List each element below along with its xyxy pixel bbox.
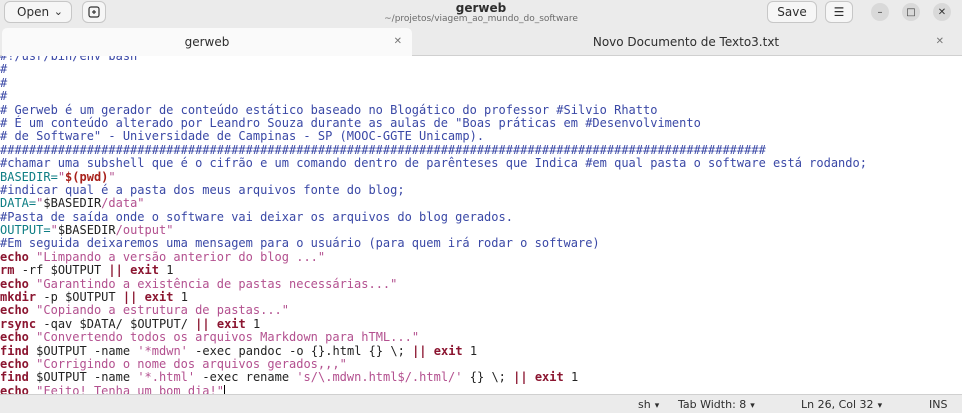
main-menu-button[interactable]: ☰ bbox=[825, 1, 853, 23]
code-line[interactable]: # de Software" - Universidade de Campina… bbox=[0, 130, 867, 143]
hamburger-menu-icon: ☰ bbox=[833, 5, 845, 19]
code-line[interactable]: #chamar uma subshell que é o cifrão e um… bbox=[0, 156, 867, 170]
cursor-position-label: Ln 26, Col 32 bbox=[801, 398, 874, 411]
code-line[interactable]: find $OUTPUT -name '*.html' -exec rename… bbox=[0, 371, 867, 384]
insert-mode: INS bbox=[929, 398, 948, 411]
code-line[interactable]: #Em seguida deixaremos uma mensagem para… bbox=[0, 237, 867, 250]
tab-novo-documento[interactable]: Novo Documento de Texto3.txt ✕ bbox=[414, 28, 958, 56]
minimize-button[interactable]: – bbox=[871, 3, 889, 21]
chevron-down-icon: ▾ bbox=[750, 401, 755, 411]
chevron-down-icon: ▾ bbox=[877, 401, 883, 411]
code-line[interactable]: DATA="$BASEDIR/data" bbox=[0, 197, 867, 210]
header-bar: Open ⌄ gerweb ~/projetos/viagem_ao_mundo… bbox=[0, 0, 962, 26]
code-line[interactable]: echo "Copiando a estrutura de pastas..." bbox=[0, 304, 867, 317]
text-editor[interactable]: #!/usr/bin/env bash # # # # Gerweb é um gera… bbox=[0, 56, 962, 394]
code-line[interactable]: #indicar qual é a pasta dos meus arquivo… bbox=[0, 183, 867, 197]
code-line[interactable]: # bbox=[0, 63, 867, 76]
tab-width-label: Tab Width: 8 bbox=[678, 398, 747, 411]
code-line[interactable]: ########################################… bbox=[0, 143, 867, 157]
close-window-button[interactable]: ✕ bbox=[933, 3, 951, 21]
language-selector[interactable]: sh ▾ bbox=[638, 398, 659, 411]
minimize-icon: – bbox=[877, 6, 883, 18]
code-line[interactable]: echo "Limpando a versão anterior do blog… bbox=[0, 250, 867, 264]
maximize-button[interactable]: □ bbox=[902, 3, 920, 21]
tab-label: Novo Documento de Texto3.txt bbox=[592, 35, 780, 49]
cursor-position[interactable]: Ln 26, Col 32 ▾ bbox=[801, 398, 882, 411]
status-bar: sh ▾ Tab Width: 8 ▾ Ln 26, Col 32 ▾ INS bbox=[0, 394, 962, 413]
code-line[interactable]: #!/usr/bin/env bash bbox=[0, 56, 867, 63]
tab-close-icon[interactable]: ✕ bbox=[936, 36, 944, 47]
window-subtitle: ~/projetos/viagem_ao_mundo_do_software bbox=[384, 14, 578, 24]
code-line[interactable]: # bbox=[0, 89, 867, 103]
save-button[interactable]: Save bbox=[767, 1, 817, 23]
code-line[interactable]: echo "Feito! Tenha um bom dia!" bbox=[0, 384, 867, 394]
code-line[interactable]: echo "Convertendo todos os arquivos Mark… bbox=[0, 331, 867, 344]
window-title: gerweb bbox=[455, 1, 507, 15]
chevron-down-icon: ▾ bbox=[654, 401, 660, 411]
code-line[interactable]: rsync -qav $DATA/ $OUTPUT/ || exit 1 bbox=[0, 317, 867, 331]
code-line[interactable]: # bbox=[0, 76, 867, 90]
code-line[interactable]: OUTPUT="$BASEDIR/output" bbox=[0, 223, 867, 237]
language-label: sh bbox=[638, 398, 651, 411]
close-icon: ✕ bbox=[937, 6, 947, 18]
code-line[interactable]: echo "Garantindo a existência de pastas … bbox=[0, 277, 867, 291]
tab-bar: gerweb ✕ Novo Documento de Texto3.txt ✕ bbox=[0, 26, 962, 56]
code-line[interactable]: BASEDIR="$(pwd)" bbox=[0, 170, 867, 184]
tab-gerweb[interactable]: gerweb ✕ bbox=[2, 28, 412, 56]
code-line[interactable]: rm -rf $OUTPUT || exit 1 bbox=[0, 264, 867, 277]
code-line[interactable]: mkdir -p $OUTPUT || exit 1 bbox=[0, 290, 867, 304]
code-line[interactable]: # Gerweb é um gerador de conteúdo estáti… bbox=[0, 103, 867, 117]
code-view[interactable]: #!/usr/bin/env bash # # # # Gerweb é um gera… bbox=[0, 56, 867, 394]
text-cursor bbox=[223, 385, 225, 394]
tab-close-icon[interactable]: ✕ bbox=[394, 36, 402, 47]
code-line[interactable]: echo "Corrigindo o nome dos arquivos ger… bbox=[0, 357, 867, 371]
code-line[interactable]: # É um conteúdo alterado por Leandro Sou… bbox=[0, 116, 867, 130]
tab-width-selector[interactable]: Tab Width: 8 ▾ bbox=[678, 398, 755, 411]
code-line[interactable]: #Pasta de saída onde o software vai deix… bbox=[0, 210, 867, 224]
maximize-icon: □ bbox=[906, 6, 916, 18]
tab-label: gerweb bbox=[184, 35, 230, 49]
code-line[interactable]: find $OUTPUT -name '*mdwn' -exec pandoc … bbox=[0, 344, 867, 358]
